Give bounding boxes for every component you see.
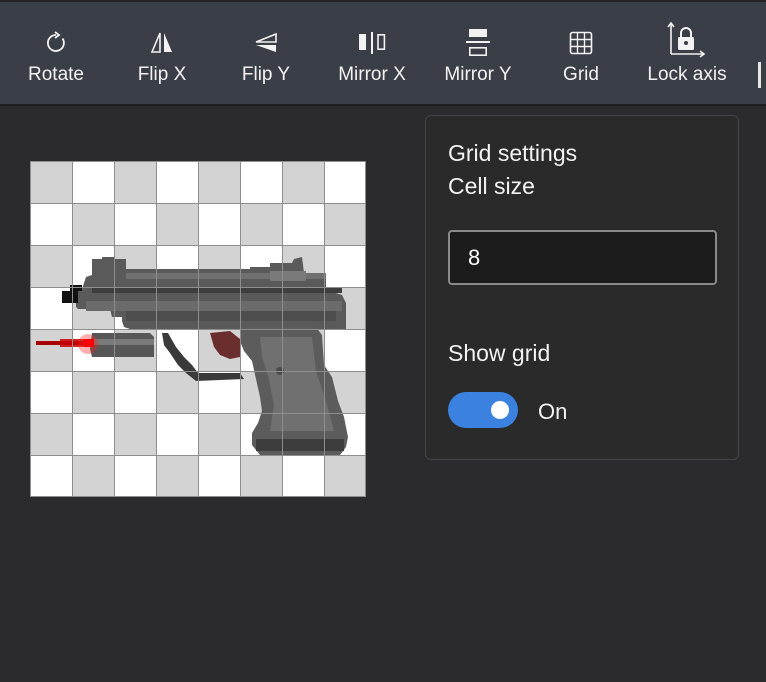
show-grid-toggle[interactable] bbox=[448, 392, 518, 428]
toolbar-overflow-item[interactable] bbox=[758, 62, 761, 88]
rotate-button[interactable]: Rotate bbox=[18, 2, 94, 106]
grid-label: Grid bbox=[563, 64, 599, 85]
mirror-y-label: Mirror Y bbox=[444, 64, 512, 85]
lock-axis-label: Lock axis bbox=[647, 64, 727, 85]
show-grid-label: Show grid bbox=[448, 340, 551, 366]
flip-x-icon bbox=[149, 28, 175, 58]
panel-title: Grid settings bbox=[448, 140, 578, 166]
flip-y-label: Flip Y bbox=[241, 64, 291, 85]
show-grid-state: On bbox=[538, 399, 568, 424]
cell-size-input[interactable] bbox=[448, 230, 717, 285]
rotate-label: Rotate bbox=[28, 64, 84, 85]
flip-x-label: Flip X bbox=[137, 64, 187, 85]
lock-axis-button[interactable]: Lock axis bbox=[640, 2, 734, 106]
pistol-sprite bbox=[36, 257, 348, 455]
grid-settings-panel: Grid settings Cell size Show grid On bbox=[425, 115, 739, 460]
cell-size-label: Cell size bbox=[448, 173, 535, 199]
flip-x-button[interactable]: Flip X bbox=[124, 2, 200, 106]
mirror-y-button[interactable]: Mirror Y bbox=[436, 2, 520, 106]
rotate-icon bbox=[43, 28, 69, 58]
grid-icon bbox=[568, 28, 594, 58]
grid-button[interactable]: Grid bbox=[548, 2, 614, 106]
mirror-y-icon bbox=[465, 28, 491, 58]
mirror-x-label: Mirror X bbox=[338, 64, 406, 85]
mirror-x-button[interactable]: Mirror X bbox=[330, 2, 414, 106]
mirror-x-icon bbox=[357, 28, 387, 58]
sprite-canvas[interactable] bbox=[30, 161, 366, 497]
flip-y-button[interactable]: Flip Y bbox=[228, 2, 304, 106]
toolbar: Rotate Flip X Flip Y Mirror X Mirror Y G… bbox=[0, 0, 766, 106]
lock-axis-icon bbox=[667, 22, 707, 58]
flip-y-icon bbox=[253, 28, 279, 58]
toggle-knob bbox=[491, 401, 509, 419]
